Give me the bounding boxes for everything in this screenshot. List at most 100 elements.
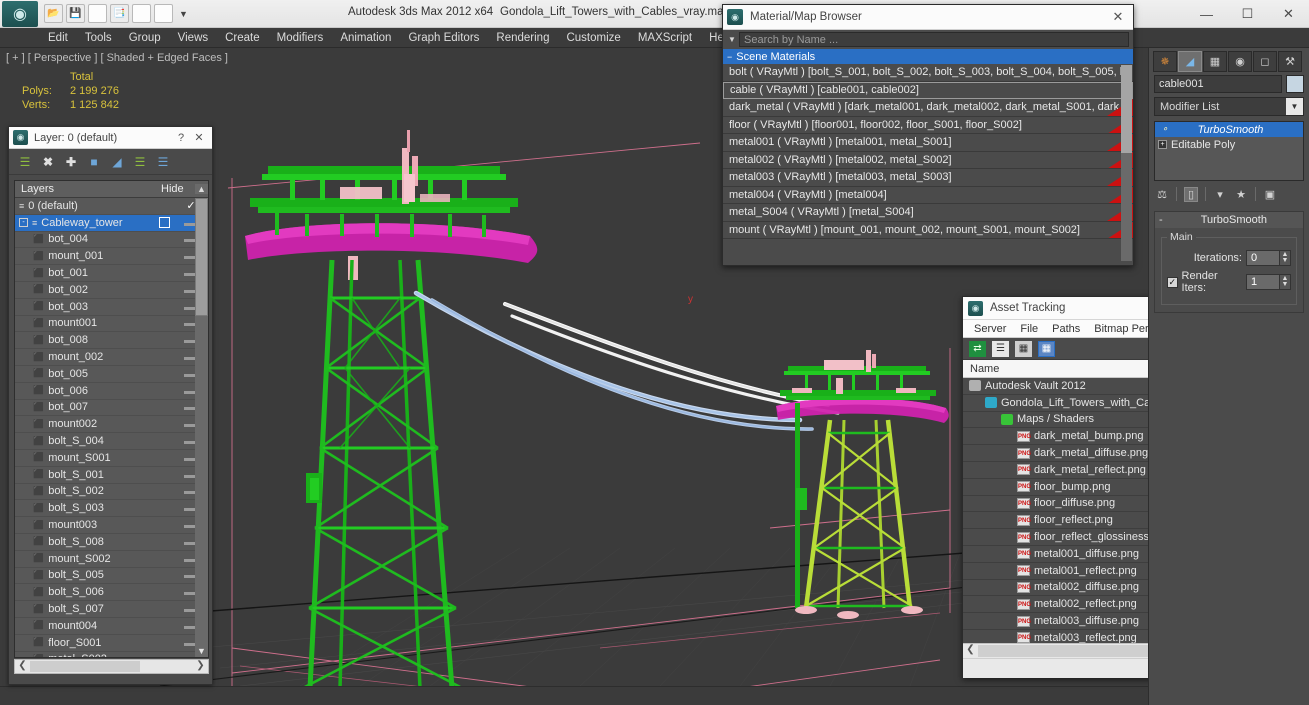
maximize-button[interactable]: ☐: [1227, 0, 1268, 28]
undo-icon[interactable]: [88, 4, 107, 23]
set-icon[interactable]: [154, 4, 173, 23]
at-menu-file[interactable]: File: [1013, 322, 1045, 336]
layer-vertical-scrollbar[interactable]: ▼: [195, 198, 208, 657]
layer-horizontal-scrollbar[interactable]: ❮ ❯: [14, 659, 209, 674]
layer-row[interactable]: ⬛ bolt_S_006: [15, 584, 208, 602]
configure-sets-icon[interactable]: ▣: [1263, 188, 1277, 201]
redo-icon[interactable]: 📑: [110, 4, 129, 23]
layer-scroll-thumb[interactable]: [195, 198, 208, 316]
modifier-stack-row[interactable]: ⚬ TurboSmooth: [1155, 122, 1303, 137]
material-row[interactable]: metal004 ( VRayMtl ) [metal004]: [723, 186, 1133, 204]
layer-row[interactable]: ⬛ bot_007: [15, 400, 208, 417]
menu-item-animation[interactable]: Animation: [332, 30, 399, 46]
chevron-down-icon[interactable]: ▼: [1286, 98, 1303, 115]
layer-row[interactable]: ⬛ bot_004: [15, 232, 208, 249]
layer-row[interactable]: ≡ 0 (default) ✓: [15, 198, 208, 215]
display-tab-icon[interactable]: ◻: [1253, 50, 1277, 72]
select-highlighted-icon[interactable]: ◢: [109, 154, 125, 170]
material-row[interactable]: metal_S004 ( VRayMtl ) [metal_S004]: [723, 204, 1133, 222]
render-iters-spin-buttons[interactable]: ▲ ▼: [1280, 274, 1291, 290]
hierarchy-tab-icon[interactable]: ▦: [1203, 50, 1227, 72]
menu-item-tools[interactable]: Tools: [77, 30, 120, 46]
layer-row[interactable]: ⬛ bolt_S_002: [15, 484, 208, 501]
expand-plus-icon[interactable]: +: [1158, 140, 1167, 149]
utilities-tab-icon[interactable]: ⚒: [1278, 50, 1302, 72]
minimize-button[interactable]: —: [1186, 0, 1227, 28]
layer-row[interactable]: ⬛ bolt_S_003: [15, 500, 208, 518]
asset-hscroll-left-arrow[interactable]: ❮: [963, 644, 978, 657]
chevron-down-icon[interactable]: ▼: [176, 9, 191, 19]
layer-scroll-up-arrow[interactable]: ▲: [195, 184, 208, 194]
layer-row[interactable]: ⬛ metal_S002: [15, 652, 208, 657]
modifier-stack-row[interactable]: + Editable Poly: [1155, 137, 1303, 152]
iterations-spin-buttons[interactable]: ▲ ▼: [1280, 250, 1291, 266]
layer-row[interactable]: ⬛ bot_006: [15, 383, 208, 400]
list-view-icon[interactable]: ☰: [992, 340, 1009, 357]
material-row[interactable]: cable ( VRayMtl ) [cable001, cable002]: [723, 81, 1133, 99]
grid-view-icon[interactable]: ▦: [1038, 340, 1055, 357]
open-icon[interactable]: 📂: [44, 4, 63, 23]
select-objects-icon[interactable]: ■: [86, 154, 102, 170]
layer-scroll-down-arrow[interactable]: ▼: [195, 646, 208, 657]
delete-layer-icon[interactable]: ✖: [40, 154, 56, 170]
modifier-stack[interactable]: ⚬ TurboSmooth + Editable Poly: [1154, 121, 1304, 181]
material-row[interactable]: metal001 ( VRayMtl ) [metal001, metal_S0…: [723, 134, 1133, 152]
material-list[interactable]: bolt ( VRayMtl ) [bolt_S_001, bolt_S_002…: [723, 64, 1133, 261]
layer-row[interactable]: ⬛ bolt_S_008: [15, 534, 208, 551]
object-color-swatch[interactable]: [1286, 75, 1304, 93]
remove-modifier-icon[interactable]: ★: [1234, 188, 1248, 201]
iterations-value[interactable]: 0: [1246, 250, 1280, 266]
menu-item-customize[interactable]: Customize: [558, 30, 628, 46]
new-icon[interactable]: [132, 4, 151, 23]
layer-row[interactable]: ⬛ bot_002: [15, 282, 208, 299]
at-menu-paths[interactable]: Paths: [1045, 322, 1087, 336]
layer-row[interactable]: ⬛ mount_001: [15, 248, 208, 266]
material-row[interactable]: bolt ( VRayMtl ) [bolt_S_001, bolt_S_002…: [723, 64, 1133, 82]
layer-row[interactable]: ⬛ bot_001: [15, 265, 208, 282]
search-input[interactable]: Search by Name ...: [739, 32, 1129, 47]
modifier-list-dropdown[interactable]: Modifier List ▼: [1154, 97, 1304, 116]
rollout-collapse-icon[interactable]: -: [1159, 214, 1163, 226]
layer-row[interactable]: ⬛ floor_S001: [15, 635, 208, 652]
layer-row[interactable]: ⬛ mount_002: [15, 349, 208, 366]
layer-row[interactable]: ⬛ mount002: [15, 416, 208, 434]
close-button[interactable]: ✕: [1268, 0, 1309, 28]
create-tab-icon[interactable]: ✵: [1153, 50, 1177, 72]
menu-item-edit[interactable]: Edit: [40, 30, 76, 46]
layer-row[interactable]: ⬛ bot_005: [15, 366, 208, 383]
add-selection-icon[interactable]: ✚: [63, 154, 79, 170]
material-row[interactable]: metal002 ( VRayMtl ) [metal002, metal_S0…: [723, 151, 1133, 169]
layer-close-button[interactable]: ✕: [190, 131, 208, 144]
menu-item-views[interactable]: Views: [170, 30, 216, 46]
layer-row[interactable]: ⬛ bot_008: [15, 332, 208, 350]
render-iters-value[interactable]: 1: [1246, 274, 1280, 290]
layer-list[interactable]: Layers Hide ▲ ≡ 0 (default) ✓ - ≡ Cableway_to…: [14, 180, 209, 658]
modify-tab-icon[interactable]: ◢: [1178, 50, 1202, 72]
layer-hscroll-thumb[interactable]: [30, 661, 140, 672]
hide-layer-icon[interactable]: ☰: [155, 154, 171, 170]
object-name-input[interactable]: cable001: [1154, 75, 1282, 93]
make-unique-icon[interactable]: ▾: [1213, 188, 1227, 201]
create-new-layer-icon[interactable]: ☰: [17, 154, 33, 170]
rollout-header[interactable]: - TurboSmooth: [1155, 212, 1303, 228]
material-row[interactable]: mount ( VRayMtl ) [mount_001, mount_002,…: [723, 221, 1133, 239]
menu-item-graph-editors[interactable]: Graph Editors: [400, 30, 487, 46]
chevron-down-icon[interactable]: ▼: [725, 35, 739, 44]
layer-row[interactable]: ⬛ bolt_S_001: [15, 467, 208, 484]
menu-item-create[interactable]: Create: [217, 30, 268, 46]
layer-row[interactable]: ⬛ mount001: [15, 316, 208, 333]
mmb-vertical-scrollbar[interactable]: [1121, 65, 1132, 261]
layer-row[interactable]: ⬛ bolt_S_007: [15, 601, 208, 618]
mmb-close-button[interactable]: ✕: [1107, 9, 1129, 25]
layer-row[interactable]: ⬛ bolt_S_005: [15, 568, 208, 585]
layer-help-button[interactable]: ?: [172, 132, 190, 144]
menu-item-rendering[interactable]: Rendering: [488, 30, 557, 46]
menu-item-modifiers[interactable]: Modifiers: [269, 30, 332, 46]
layer-hscroll-right-arrow[interactable]: ❯: [193, 660, 208, 673]
collapse-icon[interactable]: −: [727, 52, 732, 62]
mmb-scroll-thumb[interactable]: [1121, 65, 1132, 153]
highlight-selected-icon[interactable]: ☰: [132, 154, 148, 170]
iterations-spinner[interactable]: 0 ▲ ▼: [1246, 250, 1291, 266]
show-end-result-icon[interactable]: ▯: [1184, 186, 1198, 202]
material-row[interactable]: metal003 ( VRayMtl ) [metal003, metal_S0…: [723, 169, 1133, 187]
